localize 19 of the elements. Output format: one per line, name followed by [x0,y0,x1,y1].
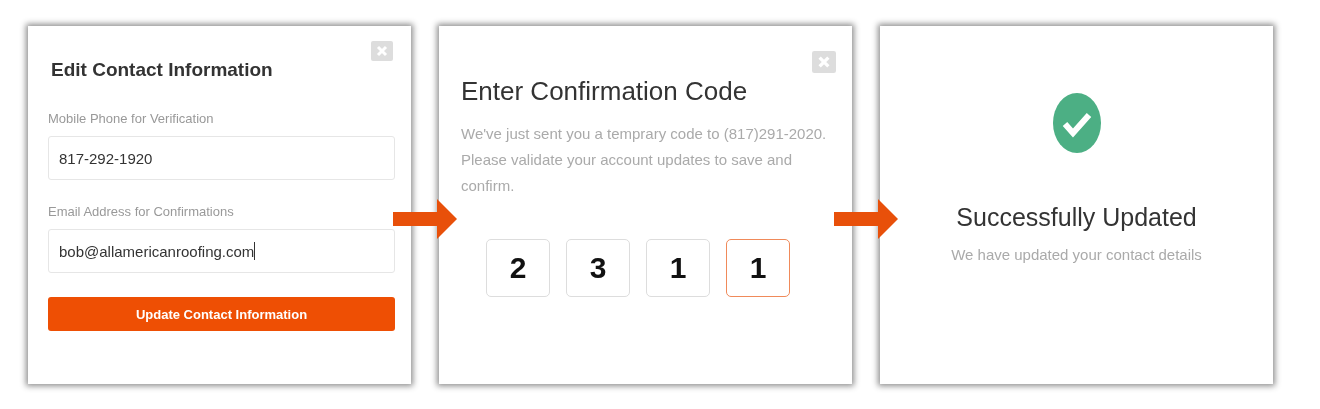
code-digit-field[interactable]: 1 [726,239,790,297]
arrow-icon [834,199,898,239]
instruction-text: We've just sent you a temprary code to (817)291-2020. Please validate your account updates to save and confirm. [461,124,828,196]
checkmark-icon [1052,93,1101,153]
close-icon[interactable] [371,41,393,61]
code-digit-field[interactable]: 2 [486,239,550,297]
code-digit-field[interactable]: 1 [646,239,710,297]
field-label: Mobile Phone for Verification [48,111,215,126]
input-field[interactable]: bob@allamericanroofing.com [48,229,395,273]
update-button[interactable]: Update Contact Information [48,297,395,331]
success-title: Successfully Updated [956,203,1197,232]
success-message: We have updated your contact details [951,245,1202,265]
field-label: Email Address for Confirmations [48,204,235,219]
dialog-title: Enter Confirmation Code [461,76,749,107]
dialog-title: Edit Contact Information [51,59,274,81]
input-field[interactable]: 817-292-1920 [48,136,395,180]
code-digit-field[interactable]: 3 [566,239,630,297]
arrow-icon [393,199,457,239]
close-icon[interactable] [812,48,836,76]
